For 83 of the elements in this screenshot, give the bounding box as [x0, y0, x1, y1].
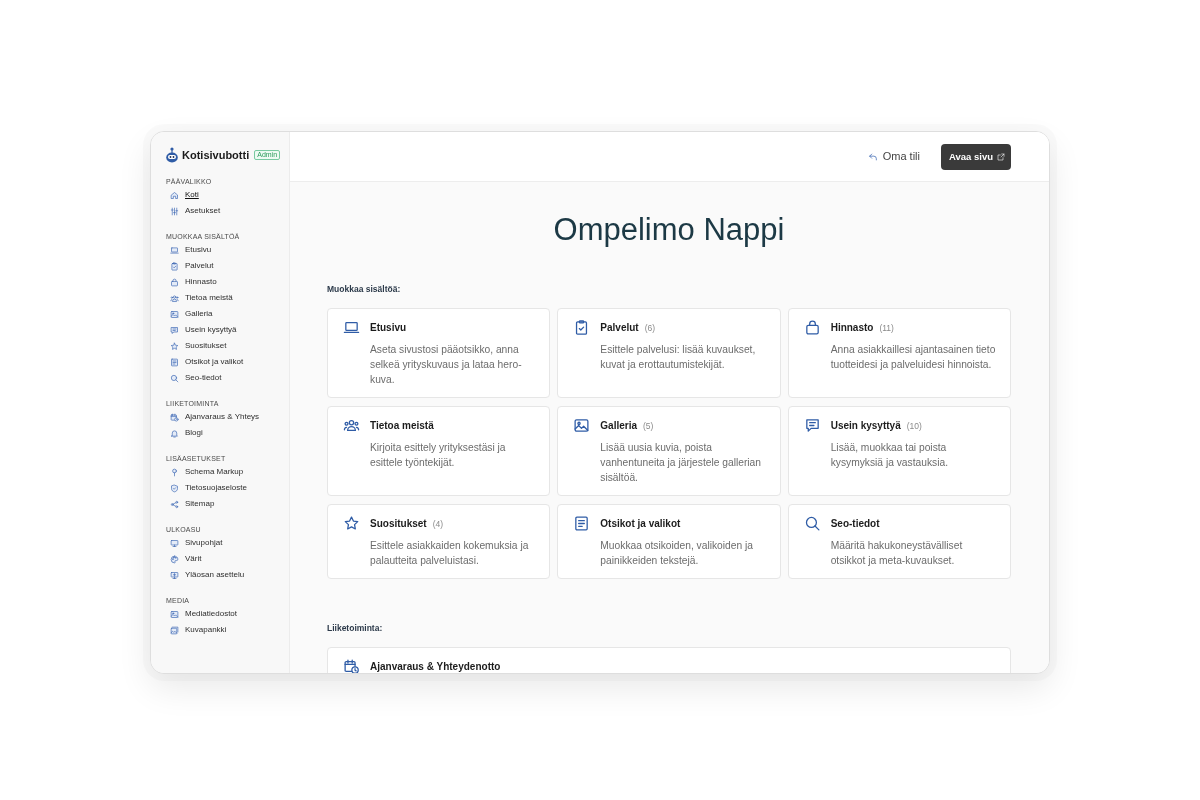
star-icon — [343, 515, 360, 532]
share-icon — [170, 499, 179, 509]
card-title[interactable]: Palvelut — [600, 321, 639, 335]
card-title[interactable]: Ajanvaraus & Yhteydenotto — [370, 660, 501, 673]
calendar-clock-icon — [170, 412, 179, 422]
clipboard-check-icon — [170, 261, 179, 271]
sidebar-item[interactable]: Asetukset — [166, 206, 221, 216]
card-description: Kirjoita esittely yrityksestäsi ja esittele työntekijät. — [370, 441, 507, 470]
card-title[interactable]: Hinnasto — [830, 321, 874, 335]
sidebar-item[interactable]: Etusivu — [166, 245, 212, 255]
card-description: Esittele asiakkaiden kokemuksia ja palautteita palveluistasi. — [370, 539, 530, 568]
star-icon — [170, 341, 179, 351]
document-icon — [573, 515, 591, 532]
sliders-icon — [170, 206, 179, 216]
item-count: (11) — [879, 322, 894, 335]
sidebar-item[interactable]: Suositukset — [166, 341, 227, 351]
sidebar-item[interactable]: Schema Markup — [166, 467, 244, 477]
palette-icon — [170, 554, 179, 564]
sidebar-item[interactable]: Usein kysyttyä — [166, 325, 237, 335]
item-count: (6) — [644, 322, 656, 335]
page-title: Ompelimo Nappi — [553, 212, 785, 248]
sidebar-item[interactable]: Tietoa meistä — [166, 293, 233, 303]
sidebar-item[interactable]: Tietosuojaseloste — [166, 483, 247, 493]
sidebar-item[interactable]: Kuvapankki — [166, 625, 227, 635]
document-icon — [170, 357, 179, 367]
pin-icon — [170, 467, 179, 477]
home-icon — [170, 190, 179, 200]
card-title[interactable]: Galleria — [600, 419, 638, 433]
images-icon — [170, 625, 179, 635]
card-description: Määritä hakukoneystävälliset otsikkot ja meta-kuvaukset. — [830, 539, 964, 568]
item-count: (5) — [643, 420, 654, 433]
card-title[interactable]: Usein kysyttyä — [830, 419, 901, 433]
item-count: (10) — [906, 420, 922, 433]
sidebar-item[interactable]: Galleria — [166, 309, 213, 319]
external-link-icon — [997, 152, 1005, 161]
sidebar-item[interactable]: Seo-tiedot — [166, 373, 222, 383]
card-description: Anna asiakkaillesi ajantasainen tieto tuotteidesi ja palveluidesi hinnoista. — [830, 343, 997, 372]
sidebar-item[interactable]: Koti — [166, 190, 199, 200]
chat-bubble-icon — [170, 325, 179, 335]
robot-logo-icon — [166, 147, 178, 163]
shopping-bag-icon — [803, 319, 821, 336]
search-icon — [803, 515, 821, 532]
card-title[interactable]: Etusivu — [370, 321, 407, 335]
bell-icon — [170, 428, 179, 438]
sidebar-item[interactable]: Blogi — [166, 428, 203, 438]
card-title[interactable]: Seo-tiedot — [830, 517, 880, 531]
open-site-button[interactable]: Avaa sivu — [941, 143, 1011, 170]
search-icon — [170, 373, 179, 383]
people-icon — [343, 417, 360, 434]
sidebar-item[interactable]: Hinnasto — [166, 277, 217, 287]
sidebar-item[interactable]: Värit — [166, 554, 202, 564]
card-description: Aseta sivustosi pääotsikko, anna selkeä yrityskuvaus ja lataa hero-kuva. — [370, 343, 523, 387]
card-title[interactable]: Tietoa meistä — [370, 419, 434, 433]
sidebar-item[interactable]: Sitemap — [166, 499, 215, 509]
laptop-icon — [170, 245, 179, 255]
monitor-plus-icon — [170, 570, 179, 580]
card-description: Esittele palvelusi: lisää kuvaukset, kuvat ja erottautumistekijät. — [600, 343, 757, 372]
sidebar-item[interactable]: Palvelut — [166, 261, 214, 271]
shopping-bag-icon — [170, 277, 179, 287]
card-title[interactable]: Otsikot ja valikot — [600, 517, 681, 531]
account-link[interactable]: Oma tili — [867, 150, 920, 163]
section-label: Liiketoiminta: — [327, 623, 383, 634]
image-icon — [170, 309, 179, 319]
section-label: Muokkaa sisältöä: — [327, 284, 401, 295]
card-description: Lisää uusia kuvia, poista vanhentuneita ja järjestele gallerian sisältöä. — [600, 441, 763, 485]
people-icon — [170, 293, 179, 303]
return-arrow-icon — [867, 151, 878, 162]
image-icon — [170, 609, 179, 619]
card-title[interactable]: Suositukset — [370, 517, 427, 531]
monitor-icon — [170, 538, 179, 548]
sidebar-item[interactable]: Otsikot ja valikot — [166, 357, 244, 367]
card-description: Muokkaa otsikoiden, valikoiden ja painikkeiden tekstejä. — [600, 539, 755, 568]
shield-check-icon — [170, 483, 179, 493]
laptop-icon — [343, 319, 360, 336]
image-icon — [573, 417, 591, 434]
brand-name: Kotisivubotti — [182, 148, 250, 162]
sidebar-item[interactable]: Mediatiedostot — [166, 609, 238, 619]
card-description: Lisää, muokkaa tai poista kysymyksiä ja vastauksia. — [830, 441, 949, 470]
sidebar-item[interactable]: Sivupohjat — [166, 538, 223, 548]
item-count: (4) — [432, 518, 444, 531]
sidebar-item[interactable]: Yläosan asettelu — [166, 570, 245, 580]
sidebar-item[interactable]: Ajanvaraus & Yhteys — [166, 412, 260, 422]
chat-bubble-icon — [803, 417, 821, 434]
